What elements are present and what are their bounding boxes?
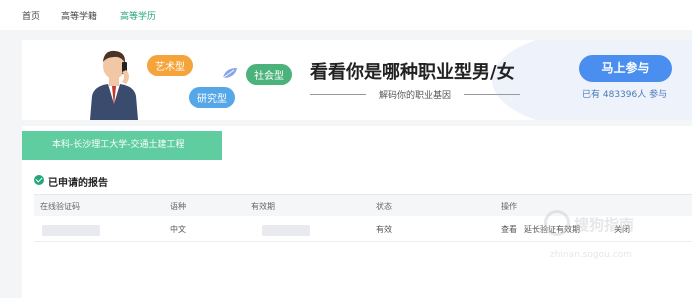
participant-count: 已有 483396人 参与: [582, 90, 668, 100]
cell-status: 有效: [376, 225, 392, 234]
tag-artistic: 艺术型: [147, 55, 193, 76]
watermark-text: 搜狗指南: [574, 216, 635, 234]
redacted-validity-date: [262, 225, 310, 236]
career-quiz-banner[interactable]: 艺术型 社会型 研究型 看看你是哪种职业型男/女 解码你的职业基因 马上参与 已…: [22, 40, 692, 120]
watermark-logo-icon: [544, 210, 570, 236]
banner-subline-text: 解码你的职业基因: [378, 91, 451, 101]
column-header-language: 语种: [170, 202, 186, 211]
nav-higher-ed-status[interactable]: 高等学籍: [61, 9, 97, 22]
join-now-button[interactable]: 马上参与: [579, 55, 672, 82]
school-tab[interactable]: 本科-长沙理工大学-交通土建工程: [22, 131, 222, 160]
view-link[interactable]: 查看: [501, 224, 517, 235]
applied-reports-heading: 已申请的报告: [34, 174, 108, 189]
watermark-url: zhinan.sogou.com: [550, 250, 632, 260]
column-header-validity: 有效期: [251, 202, 275, 211]
nav-higher-ed-degree[interactable]: 高等学历: [120, 9, 156, 22]
tag-social: 社会型: [246, 64, 292, 85]
watermark: 搜狗指南 zhinan.sogou.com: [540, 210, 680, 270]
businessman-illustration: [90, 50, 138, 120]
divider-line: [464, 94, 520, 95]
top-navigation: 首页 高等学籍 高等学历: [0, 0, 692, 30]
cell-language: 中文: [170, 225, 186, 234]
divider-line: [310, 94, 366, 95]
nav-home[interactable]: 首页: [22, 9, 40, 22]
check-circle-icon: [34, 175, 44, 185]
column-header-status: 状态: [376, 202, 392, 211]
tag-investigative: 研究型: [189, 87, 235, 108]
leaf-icon: [222, 68, 237, 79]
column-header-verification-code: 在线验证码: [40, 202, 80, 211]
banner-subline: 解码你的职业基因: [310, 88, 520, 101]
redacted-verification-code: [42, 225, 100, 236]
banner-headline: 看看你是哪种职业型男/女: [310, 62, 515, 83]
column-header-actions: 操作: [501, 202, 517, 211]
